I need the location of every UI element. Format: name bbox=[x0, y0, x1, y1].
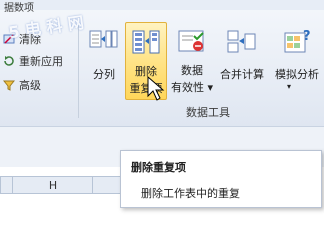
reapply-label: 重新应用 bbox=[19, 55, 63, 68]
advanced-filter-icon bbox=[2, 79, 16, 91]
data-tools-group-label: 数据工具 bbox=[186, 106, 230, 119]
text-to-columns-label: 分列 bbox=[93, 68, 115, 81]
data-validation-icon bbox=[177, 28, 207, 56]
svg-text:?: ? bbox=[303, 29, 311, 44]
data-validation-label-line1: 数据 bbox=[181, 64, 203, 77]
ribbon-top-strip bbox=[0, 0, 324, 10]
column-header-h-label: H bbox=[48, 178, 58, 192]
what-if-analysis-icon: ? bbox=[282, 28, 312, 56]
advanced-label: 高级 bbox=[19, 79, 41, 92]
column-header-h[interactable]: H bbox=[12, 176, 94, 194]
reapply-icon bbox=[3, 55, 15, 67]
data-validation-button[interactable]: 数据 有效性 ▾ bbox=[170, 22, 214, 98]
what-if-analysis-button[interactable]: ? 模拟分析 ▾ bbox=[270, 22, 324, 98]
what-if-analysis-label-line1: 模拟分析 bbox=[275, 68, 319, 81]
what-if-analysis-dropdown-arrow[interactable]: ▾ bbox=[254, 82, 324, 91]
group-separator bbox=[78, 22, 79, 118]
tooltip-description: 删除工作表中的重复 bbox=[141, 187, 240, 200]
tooltip-title: 删除重复项 bbox=[131, 161, 186, 174]
text-to-columns-button[interactable]: 分列 bbox=[84, 22, 124, 98]
mouse-cursor-icon bbox=[147, 75, 165, 102]
excel-window-crop: 据数项 清除 重新应用 高级 分列 删除 重复项 数据 有效性 ▾ 合并计算 ?… bbox=[0, 0, 324, 208]
ribbon-top-label: 据数项 bbox=[4, 3, 34, 14]
text-to-columns-icon bbox=[89, 28, 119, 56]
remove-duplicates-icon bbox=[131, 29, 161, 57]
remove-duplicates-tooltip: 删除重复项 删除工作表中的重复 bbox=[120, 150, 322, 208]
consolidate-label: 合并计算 bbox=[220, 68, 264, 81]
advanced-filter-command[interactable]: 高级 bbox=[2, 76, 41, 94]
reapply-filter-command[interactable]: 重新应用 bbox=[3, 52, 63, 70]
consolidate-icon bbox=[227, 28, 257, 56]
data-validation-label-line2: 有效性 ▾ bbox=[170, 81, 214, 94]
